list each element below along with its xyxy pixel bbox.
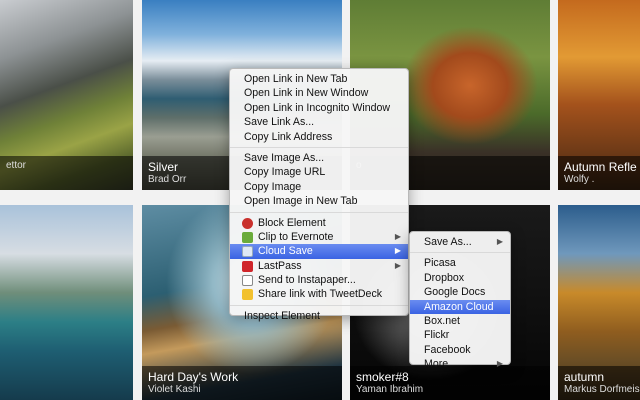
menu-item-cloud-save[interactable]: Cloud Save ▶: [230, 244, 408, 259]
menu-item-label: Block Element: [258, 216, 326, 229]
tile-title: Autumn Refle: [564, 160, 637, 174]
menu-separator: [230, 304, 408, 306]
submenu-item-dropbox[interactable]: Dropbox: [410, 271, 510, 285]
submenu-item-picasa[interactable]: Picasa: [410, 256, 510, 270]
menu-item-copy-image[interactable]: Copy Image: [230, 180, 408, 194]
lastpass-icon: [242, 260, 253, 272]
wallpaper-image: [0, 205, 133, 400]
cloud-save-icon: [242, 246, 253, 258]
block-icon: [242, 217, 253, 229]
submenu-item-amazon-cloud[interactable]: Amazon Cloud: [410, 299, 510, 314]
menu-separator: [230, 146, 408, 148]
menu-item-label: Save As...: [424, 236, 472, 248]
menu-item-send-to-instapaper[interactable]: Send to Instapaper...: [230, 273, 408, 287]
chevron-right-icon: ▶: [394, 260, 401, 270]
menu-item-save-link-as[interactable]: Save Link As...: [230, 115, 408, 129]
menu-item-open-link-incognito[interactable]: Open Link in Incognito Window: [230, 101, 408, 115]
menu-item-open-image-new-tab[interactable]: Open Image in New Tab: [230, 194, 408, 208]
tile-author: Markus Dorfmeis: [564, 384, 640, 395]
menu-item-label: More: [424, 358, 449, 371]
tile-author: Wolfy .: [564, 174, 595, 185]
submenu-item-facebook[interactable]: Facebook: [410, 343, 510, 357]
tile-author: ettor: [6, 160, 27, 171]
instapaper-icon: [242, 275, 253, 287]
tweetdeck-icon: [242, 289, 253, 301]
menu-item-open-link-new-window[interactable]: Open Link in New Window: [230, 86, 408, 100]
menu-item-share-tweetdeck[interactable]: Share link with TweetDeck: [230, 287, 408, 301]
tile-caption: Hard Day's Work Violet Kashi: [142, 366, 342, 400]
wallpaper-tile[interactable]: autumn Markus Dorfmeis: [558, 205, 640, 400]
menu-item-label: LastPass: [258, 259, 302, 272]
tile-author: Yaman Ibrahim: [356, 384, 424, 395]
menu-item-save-image-as[interactable]: Save Image As...: [230, 151, 408, 165]
menu-item-inspect-element[interactable]: Inspect Element: [230, 309, 408, 323]
menu-separator: [230, 211, 408, 213]
submenu-item-flickr[interactable]: Flickr: [410, 328, 510, 342]
tile-caption: autumn Markus Dorfmeis: [558, 366, 640, 400]
submenu-item-save-as[interactable]: Save As... ▶: [410, 235, 510, 249]
menu-item-clip-to-evernote[interactable]: Clip to Evernote ▶: [230, 230, 408, 244]
submenu-item-more[interactable]: More ▶: [410, 357, 510, 371]
tile-caption: Autumn Refle Wolfy .: [558, 156, 640, 190]
wallpaper-tile[interactable]: [0, 205, 133, 400]
menu-item-label: Cloud Save: [258, 245, 313, 258]
menu-item-block-element[interactable]: Block Element: [230, 216, 408, 230]
wallpaper-tile[interactable]: ettor: [0, 0, 133, 190]
menu-item-copy-link-address[interactable]: Copy Link Address: [230, 130, 408, 144]
tile-title: smoker#8: [356, 370, 409, 384]
menu-item-label: Share link with TweetDeck: [258, 288, 383, 301]
chevron-right-icon: ▶: [496, 359, 503, 369]
submenu-item-google-docs[interactable]: Google Docs: [410, 285, 510, 299]
tile-title: autumn: [564, 370, 605, 384]
menu-item-label: Clip to Evernote: [258, 230, 334, 243]
tile-author: Violet Kashi: [148, 384, 201, 395]
tile-title: Hard Day's Work: [148, 370, 239, 384]
chevron-right-icon: ▶: [394, 231, 401, 241]
menu-item-label: Send to Instapaper...: [258, 274, 356, 287]
menu-item-open-link-new-tab[interactable]: Open Link in New Tab: [230, 72, 408, 86]
chevron-right-icon: ▶: [496, 237, 503, 246]
evernote-icon: [242, 231, 253, 243]
chevron-right-icon: ▶: [394, 246, 401, 256]
menu-separator: [410, 252, 510, 254]
tile-caption: ettor: [0, 156, 133, 190]
context-menu: Open Link in New Tab Open Link in New Wi…: [229, 68, 409, 322]
wallpaper-tile[interactable]: Autumn Refle Wolfy .: [558, 0, 640, 190]
menu-item-copy-image-url[interactable]: Copy Image URL: [230, 165, 408, 179]
cloud-save-submenu: Save As... ▶ Picasa Dropbox Google Docs …: [409, 231, 511, 370]
submenu-item-box-net[interactable]: Box.net: [410, 314, 510, 328]
menu-item-lastpass[interactable]: LastPass ▶: [230, 259, 408, 273]
